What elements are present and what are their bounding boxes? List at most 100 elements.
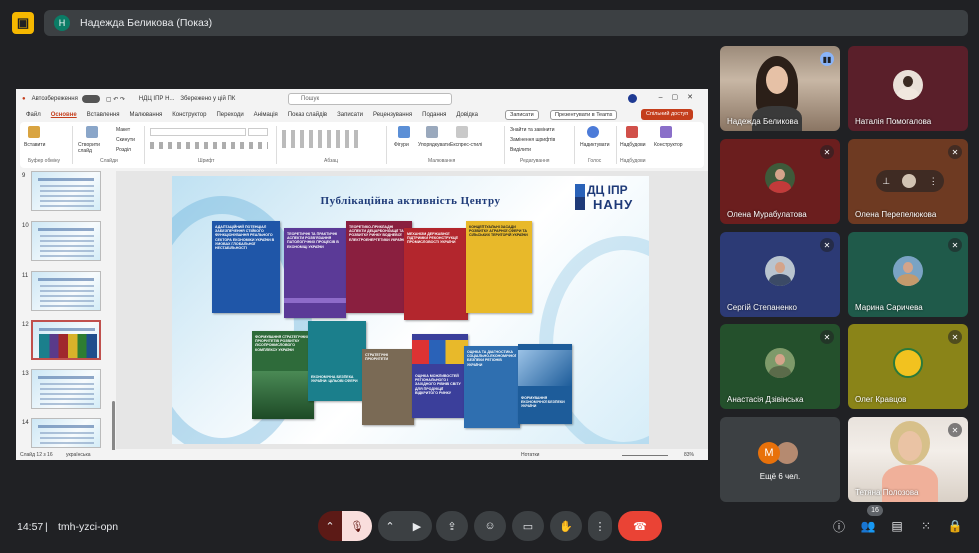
ribbon: Вставити Створити слайд Макет Скинути Ро… <box>20 122 704 168</box>
shapes-icon[interactable] <box>398 126 410 138</box>
people-icon[interactable]: 👥 <box>858 516 878 536</box>
book-title: Оцінка та діагностика соціально-економіч… <box>467 350 516 367</box>
font-format-buttons[interactable] <box>150 142 268 149</box>
book-title: Теоретико-прикладні аспекти децарбонізац… <box>349 225 406 242</box>
language[interactable]: українська <box>66 452 91 458</box>
mic-off-icon[interactable]: 🎙 <box>342 511 372 541</box>
participant-tile[interactable]: ✕ Сергій Степаненко <box>720 232 840 317</box>
chat-icon[interactable]: ▤ <box>887 516 907 536</box>
participant-tile[interactable]: ✕ Марина Саричева <box>848 232 968 317</box>
menu-file[interactable]: Файл <box>26 112 41 118</box>
slide-thumbnail[interactable] <box>31 369 101 409</box>
book-title: Оцінка можливостей регіонального і захід… <box>415 374 461 395</box>
menu-draw[interactable]: Малювання <box>130 112 163 118</box>
emoji-icon[interactable]: ☺ <box>474 511 506 541</box>
participant-tile[interactable]: ✕ Олег Кравцов <box>848 324 968 409</box>
host-controls-icon[interactable]: 🔒 <box>945 516 965 536</box>
menu-home[interactable]: Основне <box>51 112 77 118</box>
paste-label: Вставити <box>24 142 46 148</box>
book-title: Економічна безпека України: цільові сфер… <box>311 375 358 384</box>
menu-help[interactable]: Довідка <box>456 112 478 118</box>
menu-review[interactable]: Рецензування <box>373 112 412 118</box>
paragraph-buttons[interactable] <box>282 130 362 148</box>
ppt-titlebar: ● Автозбереження ▢ ↶ ↷ НДЦ ІПР Н... Збер… <box>16 89 708 109</box>
menu-record[interactable]: Записати <box>337 112 363 118</box>
group-editing: Редагування <box>520 158 550 164</box>
font-size-field[interactable] <box>248 128 268 136</box>
more-options-icon[interactable]: ⋮ <box>588 511 612 541</box>
activities-icon[interactable]: ⁙ <box>916 516 936 536</box>
window-controls[interactable]: –▢✕ <box>659 93 702 101</box>
presenter-banner: Н Надежда Беликова (Показ) <box>44 10 968 36</box>
mic-off-icon: ✕ <box>820 145 834 159</box>
group-paragraph: Абзац <box>324 158 339 164</box>
menu-insert[interactable]: Вставлення <box>87 112 120 118</box>
slide-thumbnail[interactable] <box>31 271 101 311</box>
participant-tile[interactable]: ⊥ ⋮ ✕ Олена Перепелюкова <box>848 139 968 224</box>
arrange-icon[interactable] <box>426 126 438 138</box>
quick-styles-label: Експрес-стилі <box>450 142 483 148</box>
slide-thumbnail[interactable] <box>31 418 101 448</box>
logo-line1: ДЦ ІПР <box>587 183 628 197</box>
end-call-button[interactable]: ☎ <box>618 511 662 541</box>
avatar <box>902 174 917 188</box>
menu-transitions[interactable]: Переходи <box>216 112 243 118</box>
slide-thumbnail-selected[interactable] <box>31 320 101 360</box>
participant-tile[interactable]: ✕ Олена Мурабулатова <box>720 139 840 224</box>
mic-options-button[interactable]: ⌃ <box>318 511 342 541</box>
menu-design[interactable]: Конструктор <box>172 112 206 118</box>
autosave-toggle[interactable] <box>81 95 100 103</box>
ppt-statusbar: Слайд 12 з 16 українська Нотатки 83% <box>16 450 708 460</box>
select-button[interactable]: Виділити <box>510 147 531 153</box>
captions-icon[interactable]: ▭ <box>512 511 544 541</box>
participant-tile[interactable]: ✕ Анастасія Дзівінська <box>720 324 840 409</box>
presentation-icon[interactable]: ▣ <box>12 12 34 34</box>
present-teams-button[interactable]: Презентувати в Teams <box>550 110 618 120</box>
menu-slideshow[interactable]: Показ слайдів <box>288 112 327 118</box>
quick-styles-icon[interactable] <box>456 126 468 138</box>
camera-options-button[interactable]: ⌃ <box>378 511 402 541</box>
new-slide-icon[interactable] <box>86 126 98 138</box>
dictate-mic-icon[interactable] <box>587 126 599 138</box>
paste-icon[interactable] <box>28 126 40 138</box>
reset-label[interactable]: Скинути <box>116 137 135 143</box>
addins-icon[interactable] <box>626 126 638 138</box>
ppt-search[interactable]: Пошук <box>288 93 452 105</box>
participant-name: Тетяна Полозова <box>855 488 919 497</box>
info-icon[interactable]: ⓘ <box>829 516 849 536</box>
font-family-field[interactable] <box>150 128 246 136</box>
more-icon[interactable]: ⋮ <box>929 176 938 187</box>
zoom-slider[interactable] <box>622 455 668 456</box>
save-icon[interactable]: ▢ ↶ ↷ <box>106 96 125 103</box>
book-cover: Економічна безпека України: цільові сфер… <box>308 321 366 401</box>
thumb-number: 10 <box>22 223 29 229</box>
participant-tile[interactable]: ▮▮ Надежда Беликова <box>720 46 840 131</box>
participant-tile[interactable]: Наталія Помогалова <box>848 46 968 131</box>
doc-name: НДЦ ІПР Н... <box>138 96 175 102</box>
participant-tile[interactable]: ✕ Тетяна Полозова <box>848 417 968 502</box>
designer-icon[interactable] <box>660 126 672 138</box>
section-label[interactable]: Розділ <box>116 147 131 153</box>
menu-animations[interactable]: Анімація <box>254 112 278 118</box>
replace-fonts[interactable]: Замінення шрифтів <box>510 137 555 143</box>
participant-name: Надежда Беликова <box>727 117 799 126</box>
group-addins: Надбудови <box>620 158 646 164</box>
camera-icon[interactable]: ▶ <box>402 511 432 541</box>
present-screen-button[interactable]: ⇪ <box>436 511 468 541</box>
layout-label[interactable]: Макет <box>116 127 130 133</box>
slide-thumbnail[interactable] <box>31 221 101 261</box>
pin-icon[interactable]: ⊥ <box>882 176 890 187</box>
mic-off-icon: ✕ <box>948 238 962 252</box>
zoom-level[interactable]: 83% <box>684 452 694 458</box>
raise-hand-icon[interactable]: ✋ <box>550 511 582 541</box>
others-tile[interactable]: М Ещё 6 чел. <box>720 417 840 502</box>
find-replace[interactable]: Знайти та замінити <box>510 127 555 133</box>
share-button[interactable]: Спільний доступ <box>641 109 694 120</box>
ppt-user-avatar[interactable] <box>628 94 637 103</box>
record-button[interactable]: Записати <box>505 110 539 120</box>
tile-actions[interactable]: ⊥ ⋮ <box>876 170 944 192</box>
ribbon-divider <box>616 126 617 164</box>
slide-thumbnail[interactable] <box>31 171 101 211</box>
menu-view[interactable]: Подання <box>422 112 446 118</box>
notes-button[interactable]: Нотатки <box>521 452 539 458</box>
